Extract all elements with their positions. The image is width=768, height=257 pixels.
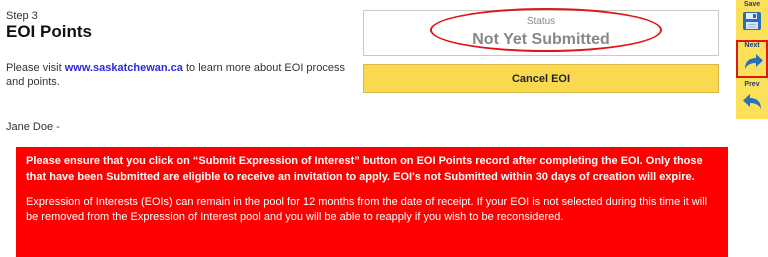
alert-submit-notice: Please ensure that you click on “Submit … xyxy=(26,155,703,183)
next-button[interactable]: Next xyxy=(736,40,768,78)
status-label: Status xyxy=(526,16,556,27)
intro-text: Please visit www.saskatchewan.ca to lear… xyxy=(6,61,356,89)
prev-button-label: Prev xyxy=(744,81,760,88)
side-toolbar: Save Next Prev xyxy=(736,0,768,119)
arrow-forward-icon xyxy=(745,54,763,69)
status-value: Not Yet Submitted xyxy=(472,31,610,48)
floppy-disk-icon xyxy=(743,12,761,30)
status-box: Status Not Yet Submitted xyxy=(363,10,719,56)
save-button-label: Save xyxy=(743,1,761,8)
prev-button[interactable]: Prev xyxy=(736,80,768,118)
save-button[interactable]: Save xyxy=(736,0,768,38)
page-title: EOI Points xyxy=(6,22,92,41)
intro-text-before: Please visit xyxy=(6,62,65,74)
alert-pool-notice: Expression of Interests (EOIs) can remai… xyxy=(26,196,708,223)
saskatchewan-link[interactable]: www.saskatchewan.ca xyxy=(65,62,183,74)
cancel-eoi-button[interactable]: Cancel EOI xyxy=(363,64,719,93)
user-name: Jane Doe - xyxy=(6,121,60,133)
eoi-alert-box: Please ensure that you click on “Submit … xyxy=(16,147,728,257)
step-label: Step 3 xyxy=(6,10,38,22)
next-button-label: Next xyxy=(744,42,760,49)
arrow-back-icon xyxy=(743,94,761,109)
